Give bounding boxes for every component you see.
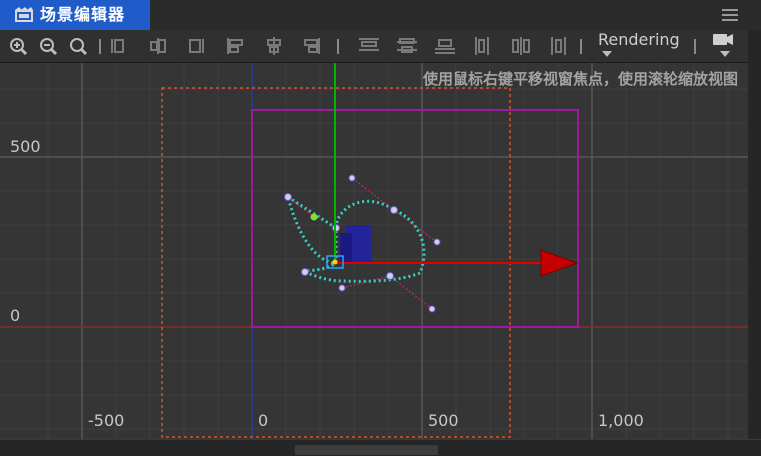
path-point — [301, 268, 309, 276]
align-right-icon[interactable] — [301, 36, 323, 56]
scene-grid-major — [0, 63, 748, 439]
distribute-vcenter-icon[interactable] — [396, 36, 418, 56]
path-point — [348, 174, 356, 182]
distribute-top-icon[interactable] — [358, 36, 380, 56]
x-axis-label: 500 — [428, 411, 459, 430]
render-mode-dropdown[interactable]: Rendering — [592, 30, 688, 60]
path-point — [284, 193, 292, 201]
scene-icon — [15, 7, 33, 22]
align-bottom-icon[interactable] — [185, 36, 207, 56]
horizontal-scroll-thumb[interactable] — [295, 445, 438, 455]
design-resolution-frame — [251, 109, 579, 328]
gizmo-origin-point — [332, 259, 338, 265]
gizmo-x-arrow-icon[interactable] — [540, 249, 579, 277]
vertical-scrollbar[interactable] — [748, 30, 761, 439]
align-hcenter-icon[interactable] — [263, 36, 285, 56]
scene-grid-minor — [0, 63, 748, 439]
path-point — [390, 206, 398, 214]
scene-viewport[interactable]: 使用鼠标右键平移视窗焦点，使用滚轮缩放视图 500 0 -500 0 500 1… — [0, 63, 748, 439]
tab-title: 场景编辑器 — [40, 5, 126, 24]
distribute-right-icon[interactable] — [547, 36, 569, 56]
scene-canvas[interactable] — [0, 63, 748, 439]
tab-scene-editor[interactable]: 场景编辑器 — [0, 0, 150, 30]
selected-node-shadow — [340, 233, 352, 263]
align-top-icon[interactable] — [108, 36, 130, 56]
align-vcenter-icon[interactable] — [147, 36, 169, 56]
align-left-icon[interactable] — [224, 36, 246, 56]
x-axis-label: 1,000 — [598, 411, 644, 430]
x-axis-label: -500 — [88, 411, 125, 430]
path-control-point-active[interactable] — [310, 213, 318, 221]
x-axis-label: 0 — [258, 411, 269, 430]
render-mode-label: Rendering — [598, 30, 680, 49]
toolbar-separator — [580, 39, 582, 54]
distribute-left-icon[interactable] — [472, 36, 494, 56]
toolbar-separator — [694, 39, 696, 54]
y-axis-label: 500 — [10, 137, 41, 156]
toolbar-separator — [337, 39, 339, 54]
panel-menu-icon[interactable] — [722, 8, 738, 22]
y-axis-label: 0 — [10, 306, 21, 325]
path-point — [386, 272, 394, 280]
path-point — [428, 305, 436, 313]
toolbar: Rendering — [0, 30, 748, 63]
zoom-in-icon[interactable] — [7, 36, 29, 56]
zoom-reset-icon[interactable] — [67, 36, 89, 56]
viewport-hint: 使用鼠标右键平移视窗焦点，使用滚轮缩放视图 — [422, 70, 738, 88]
path-point — [433, 238, 441, 246]
distribute-bottom-icon[interactable] — [434, 36, 456, 56]
camera-icon[interactable] — [710, 30, 740, 62]
path-point — [338, 284, 346, 292]
toolbar-separator — [99, 39, 101, 54]
tab-bar: 场景编辑器 — [0, 0, 761, 30]
zoom-out-icon[interactable] — [37, 36, 59, 56]
chevron-down-icon — [602, 51, 612, 57]
distribute-hcenter-icon[interactable] — [510, 36, 532, 56]
